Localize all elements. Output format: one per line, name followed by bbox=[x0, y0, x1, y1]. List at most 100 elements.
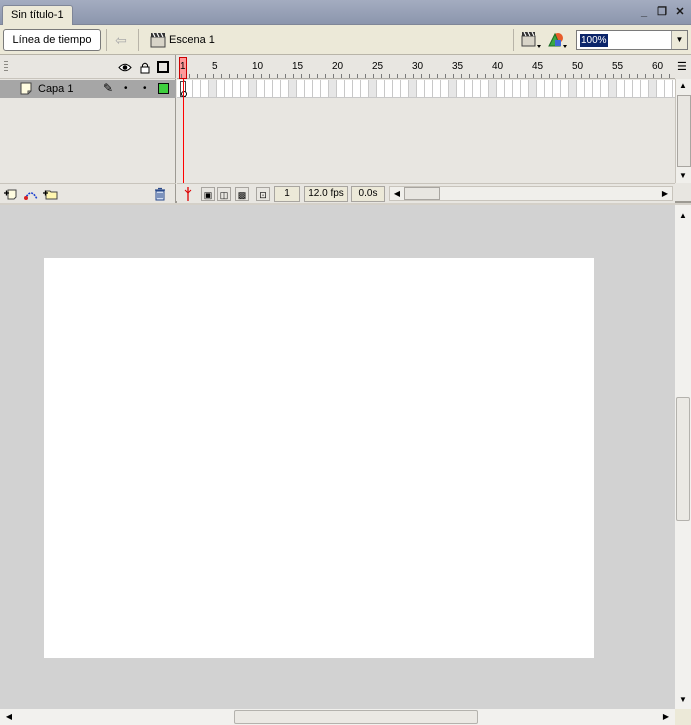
ruler-tick bbox=[437, 74, 438, 78]
chevron-down-icon[interactable]: ▼ bbox=[671, 31, 687, 49]
frame-cell-highlight bbox=[329, 80, 336, 97]
ruler-tick bbox=[653, 74, 654, 78]
document-tab[interactable]: Sin título-1 bbox=[2, 5, 73, 26]
stage-canvas[interactable] bbox=[44, 258, 594, 658]
close-button[interactable]: ✕ bbox=[673, 6, 687, 19]
pasteboard[interactable] bbox=[0, 205, 675, 709]
ruler-tick bbox=[637, 74, 638, 78]
ruler-label: 10 bbox=[252, 61, 264, 72]
ruler-tick bbox=[661, 74, 662, 78]
ruler-tick bbox=[309, 74, 310, 78]
stage-vertical-scrollbar[interactable]: ▲ ▼ bbox=[675, 205, 691, 709]
ruler-tick bbox=[317, 74, 318, 78]
lock-icon[interactable] bbox=[138, 61, 152, 74]
onion-skin-outlines-icon[interactable]: ◫ bbox=[217, 187, 231, 201]
restore-button[interactable]: ❐ bbox=[655, 6, 669, 19]
ruler-tick bbox=[421, 74, 422, 78]
scroll-right-icon[interactable]: ▶ bbox=[658, 187, 672, 200]
trash-icon[interactable] bbox=[152, 187, 168, 201]
ruler-tick bbox=[517, 74, 518, 78]
ruler-tick bbox=[461, 74, 462, 78]
ruler-tick bbox=[349, 74, 350, 78]
toolbar-separator bbox=[138, 29, 139, 51]
minimize-button[interactable]: _ bbox=[637, 6, 651, 19]
edit-multiple-frames-icon[interactable]: ▩ bbox=[235, 187, 249, 201]
frames-pane: 15101520253035404550556065 ☰ ▲ ▼ ▣ ◫ bbox=[177, 55, 691, 203]
ruler-tick bbox=[357, 74, 358, 78]
ruler-tick bbox=[285, 74, 286, 78]
edit-bar: Línea de tiempo ⇦ Escena 1 100% ▼ bbox=[0, 25, 691, 55]
ruler-tick bbox=[445, 74, 446, 78]
zoom-value[interactable]: 100% bbox=[580, 34, 608, 47]
layer-lock-dot[interactable]: • bbox=[143, 83, 147, 94]
scroll-left-icon[interactable]: ◀ bbox=[2, 710, 16, 724]
layer-name[interactable]: Capa 1 bbox=[38, 83, 73, 95]
frame-cell-highlight bbox=[649, 80, 656, 97]
ruler-tick bbox=[205, 74, 206, 78]
zoom-select[interactable]: 100% ▼ bbox=[576, 30, 688, 50]
onion-skin-icon[interactable]: ▣ bbox=[201, 187, 215, 201]
timeline-menu-icon[interactable]: ☰ bbox=[677, 61, 689, 73]
scroll-left-icon[interactable]: ◀ bbox=[390, 187, 404, 200]
timeline-panel: Capa 1 ✎ • • 1 5 10 15 20 25 30 35 40 45… bbox=[0, 55, 691, 203]
elapsed-time-field: 0.0s bbox=[351, 186, 385, 202]
ruler-label: 5 bbox=[212, 61, 218, 72]
layer-visibility-dot[interactable]: • bbox=[124, 83, 128, 94]
ruler-tick bbox=[549, 74, 550, 78]
edit-scene-icon[interactable] bbox=[520, 30, 542, 50]
timeline-horizontal-scrollbar[interactable]: ◀ ▶ bbox=[389, 186, 673, 201]
scene-label[interactable]: Escena 1 bbox=[169, 34, 215, 46]
timeline-toggle-button[interactable]: Línea de tiempo bbox=[3, 29, 101, 51]
scroll-down-icon[interactable]: ▼ bbox=[676, 169, 690, 183]
ruler-tick bbox=[381, 74, 382, 78]
insert-layer-icon[interactable] bbox=[3, 187, 19, 201]
scroll-right-icon[interactable]: ▶ bbox=[659, 710, 673, 724]
eye-icon[interactable] bbox=[118, 61, 132, 74]
ruler-tick bbox=[469, 74, 470, 78]
ruler-tick bbox=[581, 74, 582, 78]
panel-grip-icon[interactable] bbox=[4, 61, 8, 73]
timeline-vertical-scrollbar[interactable]: ▲ ▼ bbox=[675, 79, 691, 183]
ruler-tick bbox=[325, 74, 326, 78]
scroll-up-icon[interactable]: ▲ bbox=[676, 209, 690, 223]
current-frame-field: 1 bbox=[274, 186, 300, 202]
center-frame-icon[interactable] bbox=[181, 186, 195, 202]
ruler-tick bbox=[405, 74, 406, 78]
frame-ruler[interactable]: 15101520253035404550556065 bbox=[177, 55, 675, 79]
ruler-tick bbox=[645, 74, 646, 78]
ruler-tick bbox=[245, 74, 246, 78]
ruler-tick bbox=[509, 74, 510, 78]
add-motion-guide-icon[interactable] bbox=[23, 187, 39, 201]
frame-cell-highlight bbox=[529, 80, 536, 97]
insert-folder-icon[interactable] bbox=[42, 187, 58, 201]
ruler-tick bbox=[429, 74, 430, 78]
layer-outline-color[interactable] bbox=[158, 83, 169, 94]
frame-cell-highlight bbox=[289, 80, 296, 97]
frame-rate-field[interactable]: 12.0 fps bbox=[304, 186, 348, 202]
frame-cell-highlight bbox=[249, 80, 256, 97]
stage-horizontal-scrollbar[interactable]: ◀ ▶ bbox=[0, 709, 675, 725]
scroll-thumb[interactable] bbox=[677, 95, 691, 167]
ruler-tick bbox=[525, 74, 526, 78]
scroll-thumb[interactable] bbox=[234, 710, 478, 724]
scene-clapper-icon bbox=[150, 32, 166, 48]
layer-row[interactable]: Capa 1 ✎ • • bbox=[0, 80, 176, 98]
modify-onion-markers-icon[interactable]: ⊡ bbox=[256, 187, 270, 201]
scroll-up-icon[interactable]: ▲ bbox=[676, 79, 690, 93]
ruler-tick bbox=[493, 74, 494, 78]
scroll-thumb[interactable] bbox=[676, 397, 690, 521]
scroll-down-icon[interactable]: ▼ bbox=[676, 693, 690, 707]
scroll-thumb[interactable] bbox=[404, 187, 440, 200]
ruler-tick bbox=[477, 74, 478, 78]
edit-symbols-icon[interactable] bbox=[546, 30, 568, 50]
ruler-tick bbox=[573, 74, 574, 78]
back-arrow-icon[interactable]: ⇦ bbox=[112, 32, 130, 48]
ruler-label: 20 bbox=[332, 61, 344, 72]
ruler-tick bbox=[597, 74, 598, 78]
ruler-tick bbox=[629, 74, 630, 78]
outline-icon[interactable] bbox=[157, 61, 169, 73]
ruler-tick bbox=[613, 74, 614, 78]
ruler-label: 15 bbox=[292, 61, 304, 72]
ruler-tick bbox=[365, 74, 366, 78]
pencil-icon: ✎ bbox=[103, 81, 114, 95]
